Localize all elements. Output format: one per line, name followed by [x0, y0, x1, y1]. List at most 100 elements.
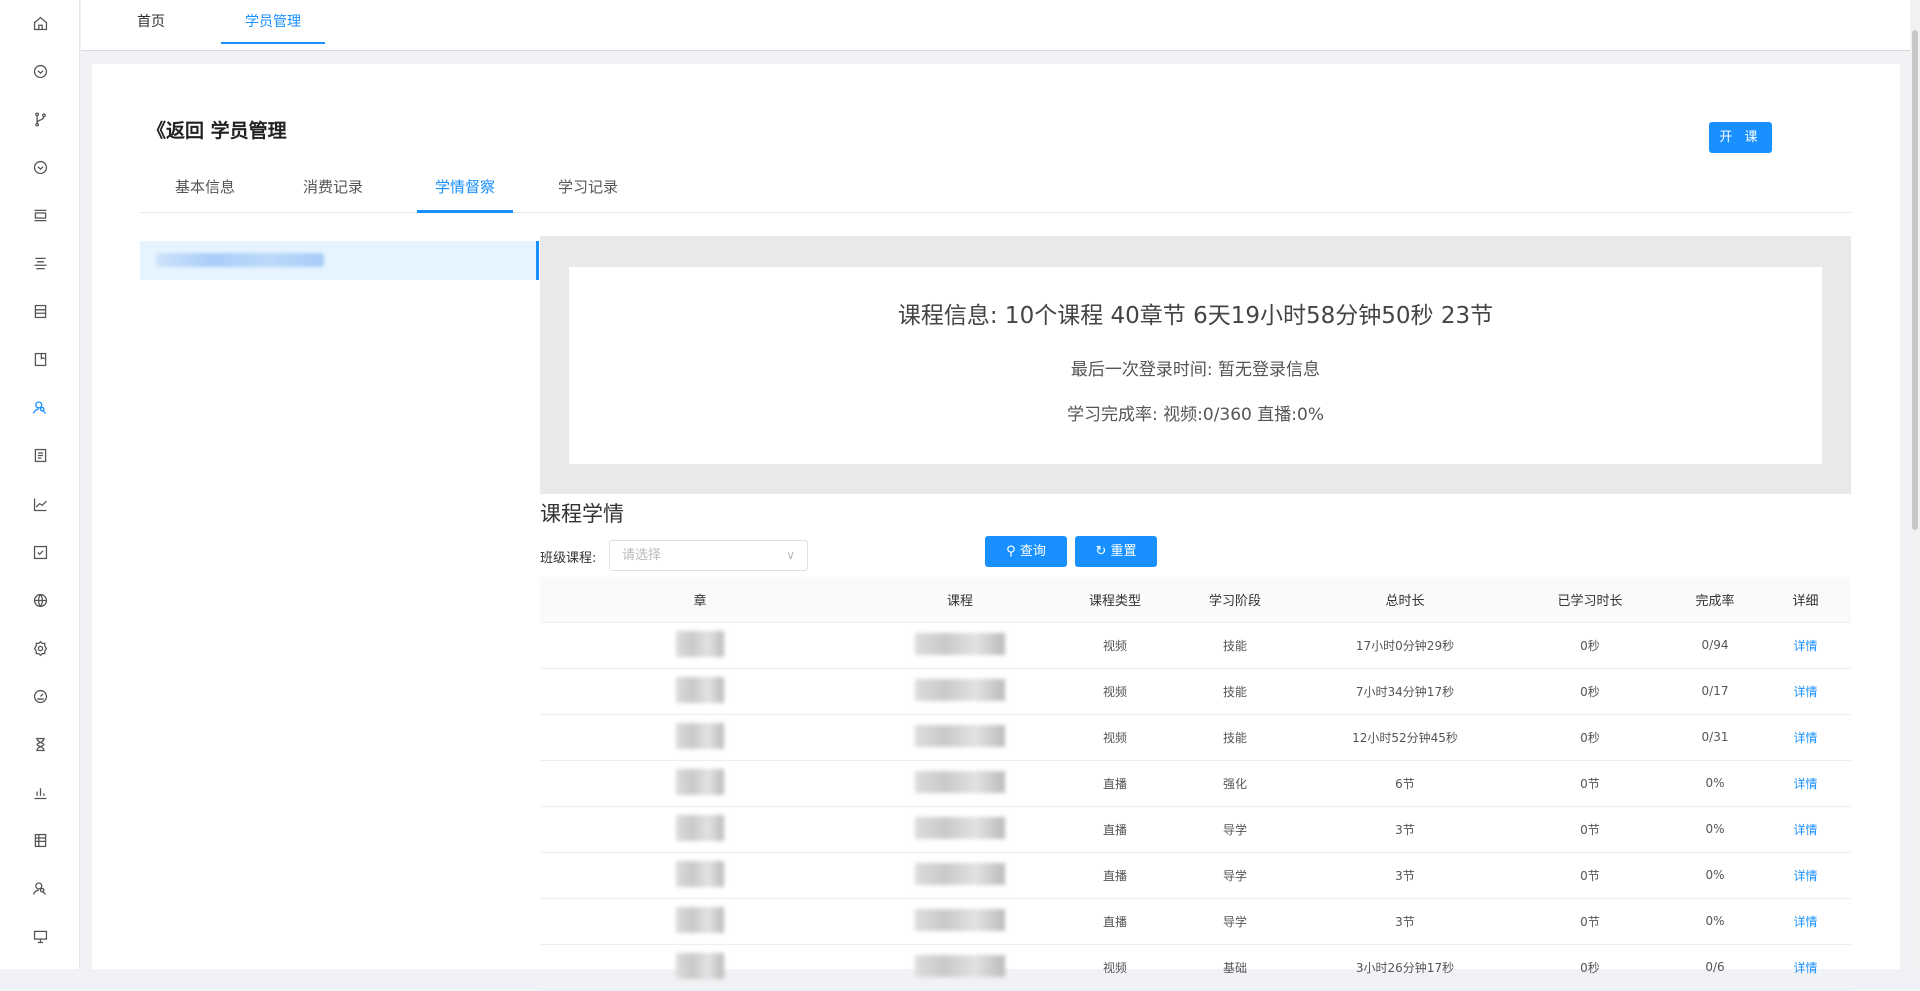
top-tab-student-management[interactable]: 学员管理: [221, 0, 325, 44]
tab-consumption[interactable]: 消费记录: [290, 164, 376, 213]
hourglass-icon[interactable]: [29, 734, 51, 756]
blurred-chapter: [676, 676, 724, 703]
cell-type: 直播: [1060, 852, 1170, 899]
cell-learned: 0节: [1510, 898, 1670, 945]
search-button[interactable]: ⚲ 查询: [985, 536, 1067, 567]
cell-type: 视频: [1060, 714, 1170, 761]
content-card: 《返回 学员管理 开 课 基本信息 消费记录 学情督察 学习记录 课程信息: 1…: [92, 64, 1900, 991]
class-course-select[interactable]: 请选择 ∨: [609, 540, 808, 571]
header-col-completion: 完成率: [1670, 577, 1760, 623]
header-col-course-type: 课程类型: [1060, 577, 1170, 623]
blurred-chapter: [676, 860, 724, 887]
header-col-total-duration: 总时长: [1300, 577, 1510, 623]
monitor-icon[interactable]: [29, 926, 51, 948]
cell-learned: 0节: [1510, 760, 1670, 807]
filter-label: 班级课程:: [540, 551, 597, 566]
table-icon[interactable]: [29, 830, 51, 852]
book-icon[interactable]: [29, 349, 51, 371]
cell-stage: 强化: [1170, 760, 1300, 807]
cell-course: [860, 668, 1060, 715]
detail-link[interactable]: 详情: [1793, 915, 1817, 929]
cell-total: 3节: [1300, 898, 1510, 945]
detail-link[interactable]: 详情: [1793, 869, 1817, 883]
user-search-icon[interactable]: [29, 878, 51, 900]
cell-total: 3节: [1300, 806, 1510, 853]
blurred-chapter: [676, 768, 724, 795]
cell-type: 直播: [1060, 806, 1170, 853]
header-col-course: 课程: [860, 577, 1060, 623]
cell-stage: 导学: [1170, 898, 1300, 945]
class-list-item[interactable]: [140, 241, 539, 280]
detail-link[interactable]: 详情: [1793, 777, 1817, 791]
top-tab-bar: 首页 学员管理: [81, 0, 1920, 51]
cell-total: 12小时52分钟45秒: [1300, 714, 1510, 761]
user-search-icon[interactable]: [29, 397, 51, 419]
detail-link[interactable]: 详情: [1793, 961, 1817, 975]
tab-basic-info[interactable]: 基本信息: [162, 164, 248, 213]
dashboard-icon[interactable]: [29, 685, 51, 707]
open-course-button[interactable]: 开 课: [1709, 122, 1772, 153]
branch-icon[interactable]: [29, 108, 51, 130]
cell-total: 3节: [1300, 852, 1510, 899]
line-chart-icon[interactable]: [29, 493, 51, 515]
cell-learned: 0秒: [1510, 668, 1670, 715]
cell-course: [860, 852, 1060, 899]
top-tab-home[interactable]: 首页: [121, 0, 181, 44]
cell-type: 视频: [1060, 622, 1170, 669]
header-col-detail: 详细: [1760, 577, 1851, 623]
cell-type: 视频: [1060, 944, 1170, 991]
detail-link[interactable]: 详情: [1793, 685, 1817, 699]
cell-total: 17小时0分钟29秒: [1300, 622, 1510, 669]
sidebar: [0, 0, 80, 969]
cell-chapter: [540, 714, 860, 761]
cell-rate: 0%: [1670, 760, 1760, 807]
document-icon[interactable]: [29, 445, 51, 467]
cell-type: 视频: [1060, 668, 1170, 715]
cell-total: 7小时34分钟17秒: [1300, 668, 1510, 715]
detail-link[interactable]: 详情: [1793, 731, 1817, 745]
globe-icon[interactable]: [29, 589, 51, 611]
blurred-course: [915, 816, 1005, 839]
cell-stage: 技能: [1170, 714, 1300, 761]
detail-link[interactable]: 详情: [1793, 639, 1817, 653]
scrollbar-thumb[interactable]: [1912, 30, 1918, 530]
cell-rate: 0/17: [1670, 668, 1760, 715]
gear-icon[interactable]: [29, 637, 51, 659]
reset-label: 重置: [1110, 544, 1137, 559]
cell-rate: 0/6: [1670, 944, 1760, 991]
reset-button[interactable]: ↻ 重置: [1075, 536, 1157, 567]
search-label: 查询: [1019, 544, 1046, 559]
blurred-chapter: [676, 952, 724, 979]
cell-chapter: [540, 944, 860, 991]
checkbox-icon[interactable]: [29, 541, 51, 563]
table-row: 直播 导学 3节 0节 0% 详情: [540, 806, 1851, 853]
align-center-icon[interactable]: [29, 253, 51, 275]
course-table: 章课程 课程类型 学习阶段 总时长 已学习时长 完成率 详细 视频 技能 17小时0分钟29秒 0…: [540, 577, 1851, 991]
cell-stage: 技能: [1170, 622, 1300, 669]
circle-chevron-icon[interactable]: [29, 156, 51, 178]
tab-study-supervision[interactable]: 学情督察: [417, 164, 513, 213]
cell-total: 6节: [1300, 760, 1510, 807]
home-icon[interactable]: [29, 12, 51, 34]
table-row: 视频 技能 17小时0分钟29秒 0秒 0/94 详情: [540, 622, 1851, 669]
header-col-chapter: 章: [540, 577, 860, 623]
cell-total: 3小时26分钟17秒: [1300, 944, 1510, 991]
detail-link[interactable]: 详情: [1793, 823, 1817, 837]
cell-rate: 0%: [1670, 806, 1760, 853]
tab-study-records[interactable]: 学习记录: [545, 164, 631, 213]
blurred-chapter: [676, 814, 724, 841]
cell-course: [860, 760, 1060, 807]
blurred-course: [915, 632, 1005, 655]
cell-learned: 0秒: [1510, 714, 1670, 761]
blurred-chapter: [676, 630, 724, 657]
layout-icon[interactable]: [29, 204, 51, 226]
header-col-stage: 学习阶段: [1170, 577, 1300, 623]
circle-chevron-icon[interactable]: [29, 60, 51, 82]
back-title-link[interactable]: 《返回 学员管理: [147, 116, 287, 143]
bar-chart-icon[interactable]: [29, 782, 51, 804]
scrollbar[interactable]: [1910, 0, 1920, 969]
cell-chapter: [540, 668, 860, 715]
cell-learned: 0秒: [1510, 944, 1670, 991]
notebook-icon[interactable]: [29, 301, 51, 323]
cell-rate: 0/94: [1670, 622, 1760, 669]
